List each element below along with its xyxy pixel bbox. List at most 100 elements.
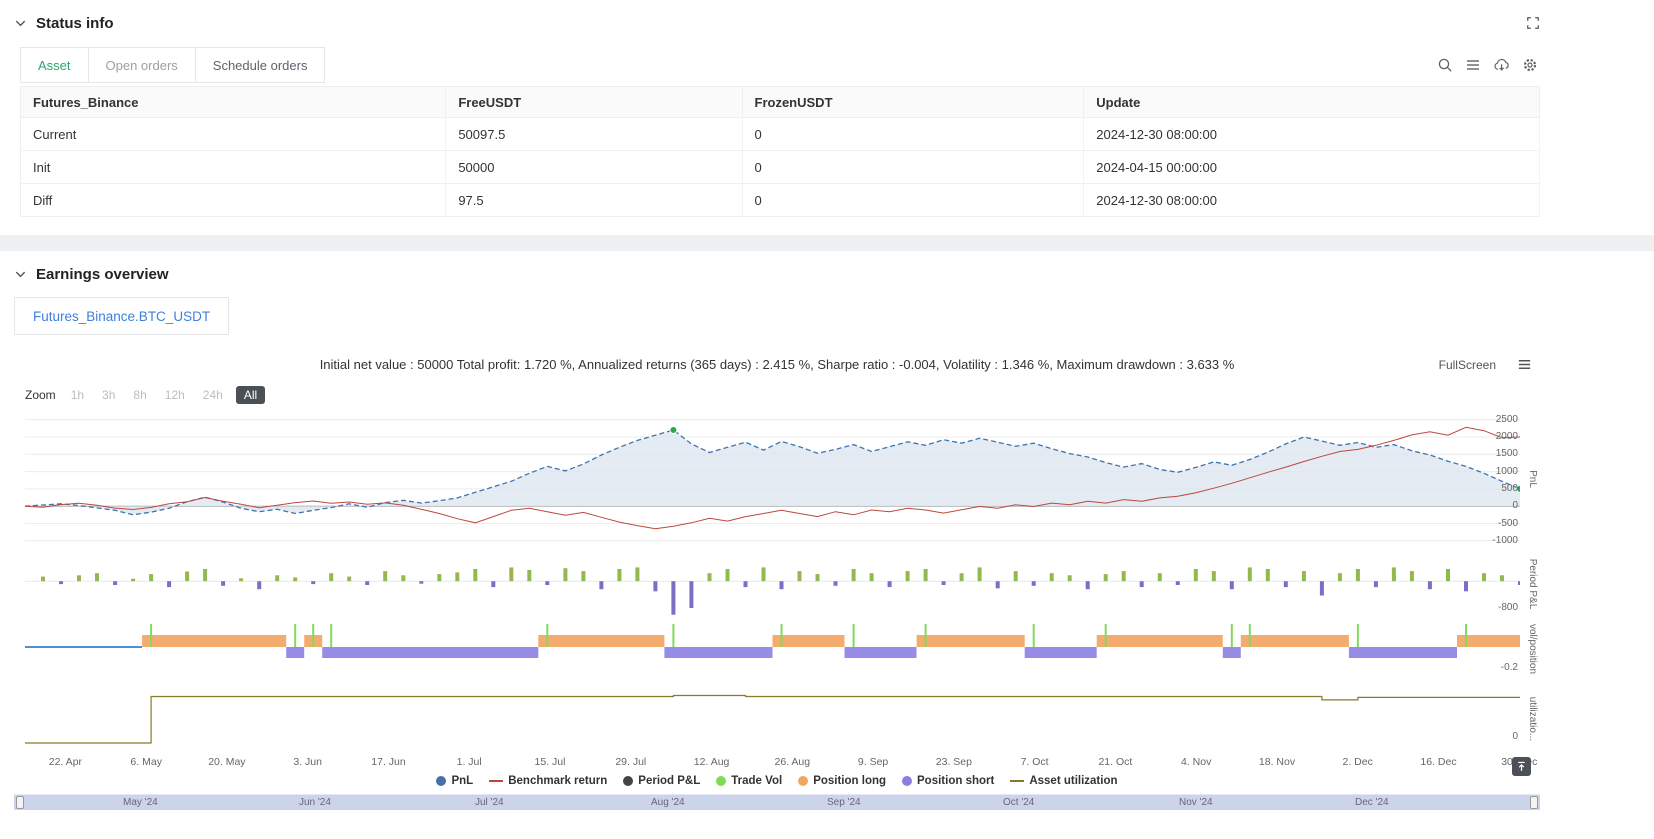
scroll-top-button[interactable]: [1512, 757, 1531, 776]
status-tabs: Asset Open orders Schedule orders: [20, 47, 326, 83]
navigator-month-label: Jul '24: [475, 797, 504, 808]
earnings-collapse-chevron-icon[interactable]: [14, 268, 27, 281]
x-axis-tick-label: 23. Sep: [935, 756, 972, 768]
x-axis-tick-label: 20. May: [208, 756, 246, 768]
legend-item-period-p-l[interactable]: Period P&L: [623, 775, 700, 787]
status-info-section: Status info Asset Open orders Schedule ord…: [14, 0, 1540, 217]
chart-legend: PnL Benchmark return Period P&L Trade Vol Po…: [14, 773, 1540, 789]
x-axis-tick-label: 26. Aug: [774, 756, 811, 768]
zoom-button-1h[interactable]: 1h: [66, 386, 89, 404]
x-axis-tick-label: 16. Dec: [1420, 756, 1457, 768]
column-header-frozenusdt: FrozenUSDT: [742, 86, 1085, 118]
status-tab-schedule-orders[interactable]: Schedule orders: [194, 47, 326, 83]
fullscreen-button[interactable]: FullScreen: [1439, 358, 1496, 372]
table-cell: 97.5: [445, 183, 743, 217]
legend-label: PnL: [451, 775, 474, 787]
y-axis-tick: 0: [1512, 731, 1518, 742]
x-axis-tick-label: 21. Oct: [1098, 756, 1133, 768]
legend-marker-icon: [623, 776, 634, 786]
period-pnl-axis-title: Period P&L: [1527, 558, 1538, 609]
zoom-label: Zoom: [25, 388, 56, 402]
vol-position-axis-title: vol/position: [1527, 623, 1538, 674]
asset-table-head: Futures_Binance FreeUSDT FrozenUSDT Update: [20, 86, 1540, 118]
legend-label: Position short: [917, 775, 995, 787]
navigator-left-handle[interactable]: [16, 796, 24, 809]
x-axis-tick-label: 12. Aug: [693, 756, 730, 768]
y-axis-tick: 1000: [1495, 465, 1518, 477]
y-axis-tick: -800: [1497, 602, 1518, 613]
status-tab-open-orders[interactable]: Open orders: [87, 47, 196, 83]
x-axis-tick-label: 1. Jul: [456, 756, 482, 768]
legend-marker-icon: [489, 780, 504, 782]
table-cell: 0: [742, 117, 1085, 151]
zoom-button-3h[interactable]: 3h: [97, 386, 120, 404]
table-cell: Diff: [20, 183, 447, 217]
navigator-month-label: Dec '24: [1355, 797, 1389, 808]
y-axis-tick: 1500: [1495, 448, 1518, 460]
navigator-right-handle[interactable]: [1530, 796, 1538, 809]
earnings-chart: PnL 2500 2000 1500 1000 500 0 -500 -1000 Period…: [25, 411, 1538, 771]
status-collapse-chevron-icon[interactable]: [14, 17, 27, 30]
x-axis-tick-label: 3. Jun: [293, 756, 322, 768]
legend-item-position-long[interactable]: Position long: [798, 775, 886, 787]
navigator-month-label: Jun '24: [299, 797, 331, 808]
legend-label: Trade Vol: [731, 775, 783, 787]
table-cell: 50097.5: [445, 117, 743, 151]
navigator-month-label: Nov '24: [1179, 797, 1213, 808]
vol-position-panel[interactable]: vol/position -0.2: [25, 621, 1538, 676]
table-cell: 0: [742, 150, 1085, 184]
navigator-month-label: Sep '24: [827, 797, 861, 808]
pnl-panel[interactable]: PnL 2500 2000 1500 1000 500 0 -500 -1000: [25, 411, 1538, 546]
period-pnl-panel[interactable]: Period P&L -800: [25, 551, 1538, 616]
list-icon[interactable]: [1465, 57, 1481, 73]
chart-menu-icon[interactable]: [1517, 357, 1532, 377]
navigator-month-label: Aug '24: [651, 797, 685, 808]
y-axis-tick: 0: [1512, 500, 1518, 512]
navigator-month-label: May '24: [123, 797, 158, 808]
table-cell: 2024-12-30 08:00:00: [1083, 183, 1540, 217]
legend-label: Period P&L: [638, 775, 701, 787]
search-icon[interactable]: [1437, 57, 1453, 73]
status-tab-asset[interactable]: Asset: [20, 47, 89, 83]
legend-item-position-short[interactable]: Position short: [902, 775, 994, 787]
gear-icon[interactable]: [1522, 57, 1538, 73]
zoom-controls: Zoom 1h 3h 8h 12h 24h All: [25, 385, 1540, 405]
legend-item-pnl[interactable]: PnL: [436, 775, 473, 787]
navigator-month-label: Oct '24: [1003, 797, 1035, 808]
earnings-section: Earnings overview Futures_Binance.BTC_US…: [14, 251, 1540, 810]
cloud-download-icon[interactable]: [1493, 57, 1510, 73]
zoom-button-8h[interactable]: 8h: [128, 386, 151, 404]
column-header-futures-binance: Futures_Binance: [20, 86, 447, 118]
legend-label: Position long: [813, 775, 887, 787]
x-axis-tick-label: 9. Sep: [857, 756, 889, 768]
legend-item-trade-vol[interactable]: Trade Vol: [716, 775, 782, 787]
x-axis-tick-label: 22. Apr: [48, 756, 83, 768]
zoom-button-24h[interactable]: 24h: [198, 386, 228, 404]
legend-label: Asset utilization: [1029, 775, 1118, 787]
section-divider: [0, 235, 1654, 251]
zoom-button-all[interactable]: All: [235, 386, 266, 404]
legend-marker-icon: [798, 776, 809, 786]
tab-futures-binance-btc-usdt[interactable]: Futures_Binance.BTC_USDT: [14, 297, 230, 335]
chart-navigator[interactable]: May '24 Jun '24 Jul '24 Aug '24 Sep '24 Oct '…: [14, 794, 1540, 810]
x-axis-tick-label: 7. Oct: [1020, 756, 1049, 768]
legend-marker-icon: [902, 776, 913, 786]
x-axis-tick-label: 18. Nov: [1258, 756, 1296, 768]
status-info-title: Status info: [36, 14, 114, 32]
y-axis-tick: -500: [1497, 517, 1518, 529]
zoom-button-12h[interactable]: 12h: [160, 386, 190, 404]
utilization-panel[interactable]: utilizatio... 0: [25, 686, 1538, 751]
table-cell[interactable]: Current: [20, 117, 447, 151]
legend-item-benchmark-return[interactable]: Benchmark return: [489, 775, 607, 787]
table-cell: 0: [742, 183, 1085, 217]
pnl-axis-title: PnL: [1527, 469, 1538, 488]
y-axis-tick: 2000: [1495, 430, 1518, 442]
legend-marker-icon: [1010, 780, 1025, 782]
y-axis-tick: -1000: [1492, 534, 1518, 546]
y-axis-tick: -0.2: [1500, 662, 1518, 673]
expand-icon[interactable]: [1526, 16, 1540, 30]
y-axis-tick: 2500: [1495, 413, 1518, 425]
table-cell: 2024-12-30 08:00:00: [1083, 117, 1540, 151]
legend-item-asset-utilization[interactable]: Asset utilization: [1010, 775, 1118, 787]
table-cell: 50000: [445, 150, 743, 184]
